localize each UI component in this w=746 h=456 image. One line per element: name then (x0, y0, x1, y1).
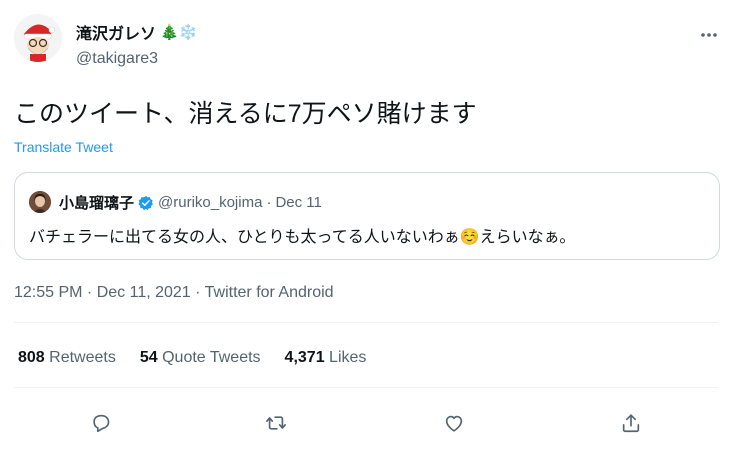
quotes-label: Quote Tweets (162, 349, 261, 366)
retweets-label: Retweets (49, 349, 116, 366)
retweet-button[interactable] (258, 405, 294, 441)
retweets-count: 808 (18, 349, 45, 366)
tweet-text: このツイート、消えるに7万ペソ賭けます (14, 100, 477, 128)
quoted-text: バチェラーに出てる女の人、ひとりも太ってる人いないわぁ☺️えらいなぁ。 (29, 229, 576, 246)
quote-tweets-stat[interactable]: 54 Quote Tweets (140, 349, 261, 367)
quoted-date[interactable]: Dec 11 (275, 194, 321, 211)
author-display-name[interactable]: 滝沢ガレソ (76, 20, 156, 44)
quoted-separator: · (266, 194, 272, 211)
santa-avatar-icon (14, 14, 62, 62)
more-options-button[interactable] (694, 20, 724, 50)
more-icon (701, 33, 717, 37)
quoted-handle: @ruriko_kojima (158, 194, 263, 211)
tweet-meta[interactable]: 12:55 PM · Dec 11, 2021 · Twitter for An… (14, 284, 334, 302)
like-button[interactable] (436, 405, 472, 441)
like-icon (445, 415, 463, 432)
verified-badge-icon (138, 195, 153, 210)
author-name[interactable]: 滝沢ガレソ 🎄❄️ (76, 20, 197, 44)
divider (14, 322, 718, 323)
quotes-count: 54 (139, 349, 158, 366)
retweet-icon (266, 416, 286, 430)
share-button[interactable] (613, 405, 649, 441)
action-bar (0, 405, 746, 441)
name-emoji: 🎄❄️ (160, 24, 198, 41)
likes-stat[interactable]: 4,371 Likes (285, 349, 367, 367)
likes-count: 4,371 (284, 349, 325, 366)
quoted-tweet-card[interactable]: 小島瑠璃子 @ruriko_kojima · Dec 11 バチェラーに出てる女… (14, 172, 720, 260)
quoted-author-avatar[interactable] (29, 191, 51, 213)
divider (14, 387, 718, 388)
quoted-header: 小島瑠璃子 @ruriko_kojima · Dec 11 (59, 192, 322, 213)
share-icon (622, 414, 640, 433)
quoted-display-name[interactable]: 小島瑠璃子 (59, 192, 134, 213)
author-avatar[interactable] (14, 14, 62, 62)
tweet-stats: 808 Retweets 54 Quote Tweets 4,371 Likes (18, 349, 366, 367)
likes-label: Likes (329, 349, 367, 366)
retweets-stat[interactable]: 808 Retweets (18, 349, 116, 367)
person-avatar-icon (29, 191, 51, 213)
translate-tweet-link[interactable]: Translate Tweet (14, 139, 113, 155)
reply-icon (93, 414, 110, 433)
reply-button[interactable] (83, 405, 119, 441)
author-handle[interactable]: @takigare3 (76, 50, 158, 68)
